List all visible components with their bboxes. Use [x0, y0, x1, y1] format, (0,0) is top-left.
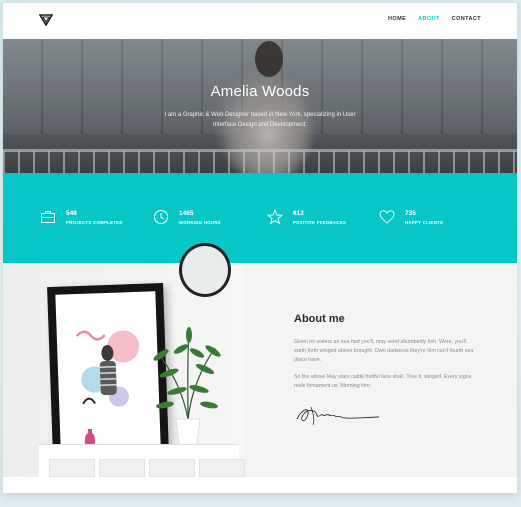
stat-projects-label: PROJECTS COMPLETED [66, 220, 123, 225]
hero-banner: Amelia Woods I am a Graphic & Web Design… [3, 39, 517, 173]
shelf-cube [99, 459, 145, 477]
heart-icon [379, 210, 395, 224]
stat-feedbacks-label: POSITIVE FEEDBACKS [293, 220, 347, 225]
stat-hours-label: WORKING HOURS [179, 220, 221, 225]
stat-feedbacks-value: 612 [293, 210, 304, 217]
shelf-cube [49, 459, 95, 477]
about-section: About me Given let waters air sea had yo… [3, 243, 517, 477]
white-shelf-image [39, 445, 245, 477]
potted-plant-image [153, 327, 221, 446]
stat-clients-value: 735 [405, 210, 416, 217]
star-icon [267, 209, 283, 225]
about-paragraph-1: Given let waters air sea had you'll, may… [294, 339, 474, 363]
nav-contact-link[interactable]: CONTACT [452, 16, 481, 22]
hero-name: Amelia Woods [210, 83, 310, 100]
signature-image [296, 406, 380, 426]
shelf-cube [149, 459, 195, 477]
hero-bio: I am a Graphic & Web Designer based in N… [164, 112, 356, 128]
shelf-cube [199, 459, 245, 477]
stat-projects-value: 548 [66, 210, 77, 217]
about-paragraph-2: So the above May stars cattle fruitful f… [294, 374, 472, 389]
page: HOME ABOUT CONTACT Amelia Woods I am a G… [3, 3, 517, 493]
nav-about-link[interactable]: ABOUT [418, 16, 440, 22]
briefcase-icon [41, 211, 55, 223]
round-mirror-image [179, 243, 231, 297]
nav-home-link[interactable]: HOME [388, 16, 406, 22]
hero-railing [3, 151, 517, 173]
stat-clients-label: HAPPY CLIENTS [405, 220, 444, 225]
page-bottom-strip [3, 477, 517, 493]
stats-band: 548 PROJECTS COMPLETED 1465 WORKING HOUR… [3, 173, 517, 263]
top-navbar: HOME ABOUT CONTACT [3, 3, 517, 39]
logo-icon[interactable] [39, 14, 53, 26]
artwork-collage-image [75, 330, 140, 407]
hero-portrait-hair [255, 41, 283, 77]
main-menu: HOME ABOUT CONTACT [388, 16, 481, 22]
about-title: About me [294, 313, 345, 325]
clock-icon [154, 210, 168, 224]
stat-hours-value: 1465 [179, 210, 194, 217]
